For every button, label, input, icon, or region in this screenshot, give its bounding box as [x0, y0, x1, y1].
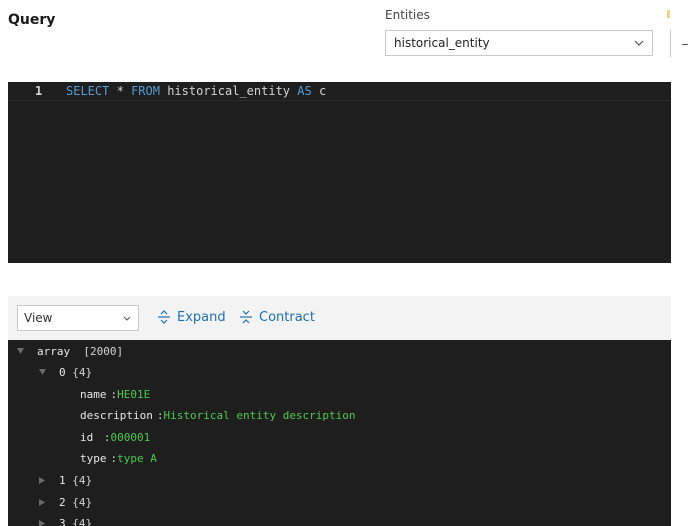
entities-label: Entities — [385, 8, 430, 22]
view-dropdown[interactable]: View — [17, 305, 139, 331]
caret-right-icon[interactable] — [38, 519, 46, 526]
tree-field-row: id :000001 — [80, 429, 150, 445]
tree-item-index: 3 — [59, 516, 66, 526]
chevron-down-icon — [122, 313, 132, 323]
field-value[interactable]: type A — [117, 452, 157, 465]
tree-item-row[interactable]: 1 {4} — [38, 472, 92, 488]
field-separator: : — [110, 451, 118, 465]
tree-item-row[interactable]: 2 {4} — [38, 494, 92, 510]
field-value[interactable]: 000001 — [111, 431, 151, 444]
tree-item-index: 1 — [59, 473, 66, 487]
expand-button[interactable]: Expand — [157, 307, 226, 327]
expand-label: Expand — [177, 309, 226, 325]
query-editor[interactable]: 1 SELECT * FROM historical_entity AS c — [8, 82, 671, 263]
entities-selected-value: historical_entity — [394, 36, 490, 50]
editor-line[interactable]: 1 SELECT * FROM historical_entity AS c — [8, 82, 671, 101]
field-key: description — [80, 408, 153, 422]
toolbar-divider — [670, 30, 671, 57]
line-number: 1 — [35, 84, 43, 98]
tree-item-count: {4} — [72, 473, 93, 487]
tree-item-count: {4} — [72, 495, 93, 509]
view-selected-value: View — [24, 311, 53, 325]
alias-identifier: c — [318, 84, 327, 98]
field-separator: : — [110, 387, 118, 401]
tree-item-count: {4} — [72, 365, 93, 379]
tree-item-row[interactable]: 3 {4} — [38, 515, 92, 526]
json-tree-viewer: array [2000] 0 {4} name: HE01E descriptio… — [8, 340, 671, 526]
field-separator: : — [156, 408, 164, 422]
field-value[interactable]: Historical entity description — [163, 409, 355, 422]
caret-down-icon[interactable] — [38, 368, 46, 376]
page-title: Query — [8, 12, 56, 28]
tree-root-count: [2000] — [83, 344, 124, 358]
field-value[interactable]: HE01E — [117, 388, 150, 401]
caret-down-icon[interactable] — [16, 347, 24, 355]
contract-icon — [240, 310, 252, 324]
keyword-as: AS — [297, 84, 312, 98]
tree-field-row: name: HE01E — [80, 386, 150, 402]
caret-right-icon[interactable] — [38, 498, 46, 506]
collapse-icon[interactable] — [682, 44, 688, 45]
field-key: type — [80, 451, 107, 465]
entities-dropdown[interactable]: historical_entity — [385, 30, 653, 56]
expand-icon — [158, 310, 170, 324]
tree-item-count: {4} — [72, 516, 93, 526]
tree-item-index: 2 — [59, 495, 66, 509]
star-operator: * — [116, 84, 124, 98]
field-separator: : — [97, 430, 111, 444]
chevron-down-icon — [634, 38, 644, 48]
tree-root-label: array — [37, 344, 71, 358]
contract-label: Contract — [259, 309, 315, 325]
tree-field-row: type: type A — [80, 450, 157, 466]
field-key: id — [80, 430, 94, 444]
keyword-select: SELECT — [66, 84, 110, 98]
contract-button[interactable]: Contract — [239, 307, 315, 327]
table-identifier: historical_entity — [167, 84, 291, 98]
keyword-from: FROM — [131, 84, 160, 98]
tree-field-row: description: Historical entity descriptio… — [80, 407, 356, 423]
panel-edge-marker — [667, 10, 670, 18]
tree-item-row[interactable]: 0 {4} — [38, 364, 92, 380]
caret-right-icon[interactable] — [38, 476, 46, 484]
results-toolbar: View Expand Contract — [8, 296, 671, 340]
tree-root-row[interactable]: array [2000] — [16, 343, 123, 359]
field-key: name — [80, 387, 107, 401]
tree-item-index: 0 — [59, 365, 66, 379]
